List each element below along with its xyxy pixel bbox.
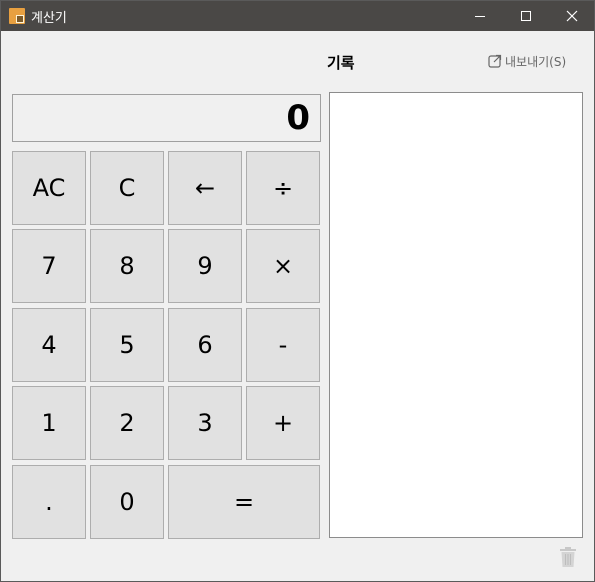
history-list[interactable] bbox=[329, 92, 583, 538]
display-value: 0 bbox=[286, 98, 310, 138]
seven-button[interactable]: 7 bbox=[12, 229, 86, 303]
maximize-icon bbox=[521, 11, 531, 21]
zero-button[interactable]: 0 bbox=[90, 465, 164, 539]
equals-button[interactable]: = bbox=[168, 465, 320, 539]
three-button[interactable]: 3 bbox=[168, 386, 242, 460]
multiply-button[interactable]: × bbox=[246, 229, 320, 303]
history-title: 기록 bbox=[327, 54, 355, 72]
ac-button[interactable]: AC bbox=[12, 151, 86, 225]
window-title: 계산기 bbox=[31, 11, 67, 26]
clear-history-button[interactable] bbox=[558, 546, 578, 568]
export-icon bbox=[488, 54, 502, 68]
minimize-icon bbox=[475, 16, 485, 17]
trash-icon bbox=[560, 547, 576, 567]
divide-button[interactable]: ÷ bbox=[246, 151, 320, 225]
close-icon bbox=[566, 10, 578, 22]
eight-button[interactable]: 8 bbox=[90, 229, 164, 303]
dot-button[interactable]: . bbox=[12, 465, 86, 539]
maximize-button[interactable] bbox=[503, 1, 549, 31]
display: 0 bbox=[12, 94, 321, 142]
minimize-button[interactable] bbox=[457, 1, 503, 31]
five-button[interactable]: 5 bbox=[90, 308, 164, 382]
calculator-icon bbox=[9, 8, 25, 24]
export-button[interactable]: 내보내기(S) bbox=[487, 51, 566, 71]
close-button[interactable] bbox=[549, 1, 595, 31]
four-button[interactable]: 4 bbox=[12, 308, 86, 382]
backspace-button[interactable]: ← bbox=[168, 151, 242, 225]
plus-button[interactable]: + bbox=[246, 386, 320, 460]
export-label: 내보내기(S) bbox=[505, 54, 567, 69]
two-button[interactable]: 2 bbox=[90, 386, 164, 460]
calculator-window: 계산기 기록 내보내기(S) 0 AC C ← ÷ 7 8 9 × 4 5 6 … bbox=[0, 0, 595, 582]
six-button[interactable]: 6 bbox=[168, 308, 242, 382]
minus-button[interactable]: - bbox=[246, 308, 320, 382]
title-bar[interactable]: 계산기 bbox=[1, 1, 594, 31]
c-button[interactable]: C bbox=[90, 151, 164, 225]
nine-button[interactable]: 9 bbox=[168, 229, 242, 303]
one-button[interactable]: 1 bbox=[12, 386, 86, 460]
